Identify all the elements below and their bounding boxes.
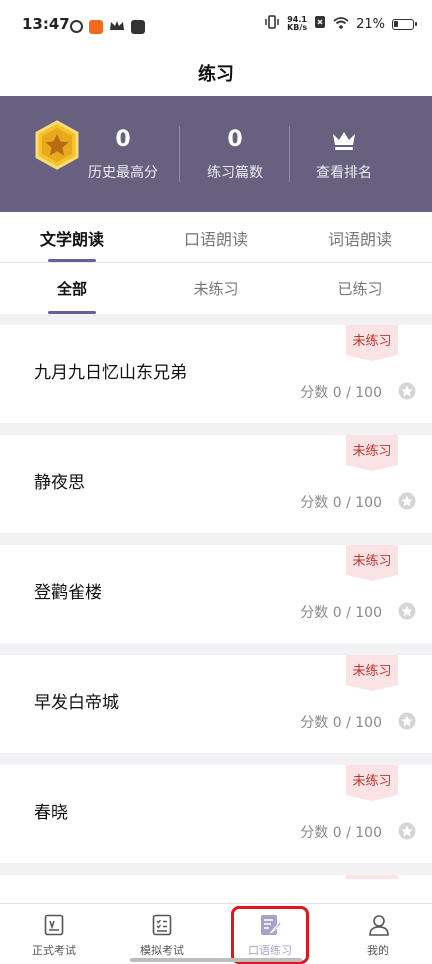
view-ranking-button[interactable]: 查看排名 <box>300 126 388 182</box>
active-filter-indicator <box>48 311 96 314</box>
high-score-label: 历史最高分 <box>88 165 158 181</box>
star-icon <box>398 602 416 624</box>
nav-mock-exam[interactable]: 模拟考试 <box>108 904 216 964</box>
item-title: 静夜思 <box>34 473 85 493</box>
list-item[interactable] <box>0 875 432 903</box>
nav-label: 我的 <box>367 944 389 957</box>
nav-mine[interactable]: 我的 <box>324 904 432 964</box>
item-title: 春晓 <box>34 803 68 823</box>
checklist-icon <box>152 914 172 940</box>
filter-practiced[interactable]: 已练习 <box>288 263 432 314</box>
status-tag: 未练习 <box>346 545 398 575</box>
page-title: 练习 <box>198 64 234 85</box>
status-bar: 13:47 94.1 KB/s 21% <box>0 0 432 50</box>
practice-count-label: 练习篇数 <box>207 165 263 181</box>
wifi-icon <box>333 16 349 33</box>
sim-icon <box>314 15 326 33</box>
status-time: 13:47 <box>22 15 70 33</box>
nav-label: 模拟考试 <box>140 944 184 957</box>
nav-formal-exam[interactable]: 正式考试 <box>0 904 108 964</box>
filter-unpracticed[interactable]: 未练习 <box>144 263 288 314</box>
star-icon <box>398 712 416 734</box>
crown-notification-icon <box>109 17 125 36</box>
star-icon <box>398 822 416 844</box>
category-tabs: 文学朗读 口语朗读 词语朗读 <box>0 212 432 263</box>
item-title: 登鹳雀楼 <box>34 583 102 603</box>
item-title: 早发白帝城 <box>34 693 119 713</box>
active-tab-indicator <box>48 259 96 262</box>
stat-divider <box>289 126 290 182</box>
star-badge-icon <box>34 120 80 174</box>
status-tag: 未练习 <box>346 435 398 465</box>
practice-count-stat: 0 练习篇数 <box>188 126 282 182</box>
item-score: 分数 0 / 100 <box>300 715 382 731</box>
filter-tabs: 全部 未练习 已练习 <box>0 263 432 314</box>
highlight-annotation <box>231 906 309 964</box>
stat-divider <box>179 126 180 182</box>
list-item[interactable]: 未练习 静夜思 分数 0 / 100 <box>0 435 432 533</box>
message-notification-icon <box>131 19 145 34</box>
taobao-notification-icon <box>89 19 103 34</box>
bottom-nav: 正式考试 模拟考试 口语练习 我的 <box>0 903 432 964</box>
battery-percent: 21% <box>356 16 385 32</box>
home-indicator <box>130 958 302 962</box>
tab-word-reading[interactable]: 词语朗读 <box>288 212 432 263</box>
list-item[interactable]: 未练习 春晓 分数 0 / 100 <box>0 765 432 863</box>
status-tag <box>346 875 398 879</box>
app-notification-icon <box>70 20 83 33</box>
high-score-value: 0 <box>115 127 131 152</box>
exam-paper-icon <box>44 914 64 940</box>
item-score: 分数 0 / 100 <box>300 495 382 511</box>
status-tag: 未练习 <box>346 325 398 355</box>
item-score: 分数 0 / 100 <box>300 385 382 401</box>
nav-bar: 练习 <box>0 50 432 96</box>
list-item[interactable]: 未练习 早发白帝城 分数 0 / 100 <box>0 655 432 753</box>
user-icon <box>368 914 390 940</box>
list-item[interactable]: 未练习 登鹳雀楼 分数 0 / 100 <box>0 545 432 643</box>
network-speed: 94.1 KB/s <box>287 15 308 32</box>
status-tag: 未练习 <box>346 655 398 685</box>
battery-icon <box>392 18 417 30</box>
vibrate-icon <box>264 15 280 33</box>
item-score: 分数 0 / 100 <box>300 825 382 841</box>
filter-all[interactable]: 全部 <box>0 263 144 314</box>
tab-literature-reading[interactable]: 文学朗读 <box>0 212 144 263</box>
item-score: 分数 0 / 100 <box>300 605 382 621</box>
high-score-stat: 0 历史最高分 <box>80 126 166 182</box>
practice-count-value: 0 <box>227 127 243 152</box>
tab-oral-reading[interactable]: 口语朗读 <box>144 212 288 263</box>
star-icon <box>398 492 416 514</box>
view-ranking-label: 查看排名 <box>316 165 372 181</box>
list-item[interactable]: 未练习 九月九日忆山东兄弟 分数 0 / 100 <box>0 325 432 423</box>
crown-icon <box>300 126 388 154</box>
star-icon <box>398 382 416 404</box>
nav-label: 正式考试 <box>32 944 76 957</box>
status-tag: 未练习 <box>346 765 398 795</box>
item-title: 九月九日忆山东兄弟 <box>34 363 187 383</box>
